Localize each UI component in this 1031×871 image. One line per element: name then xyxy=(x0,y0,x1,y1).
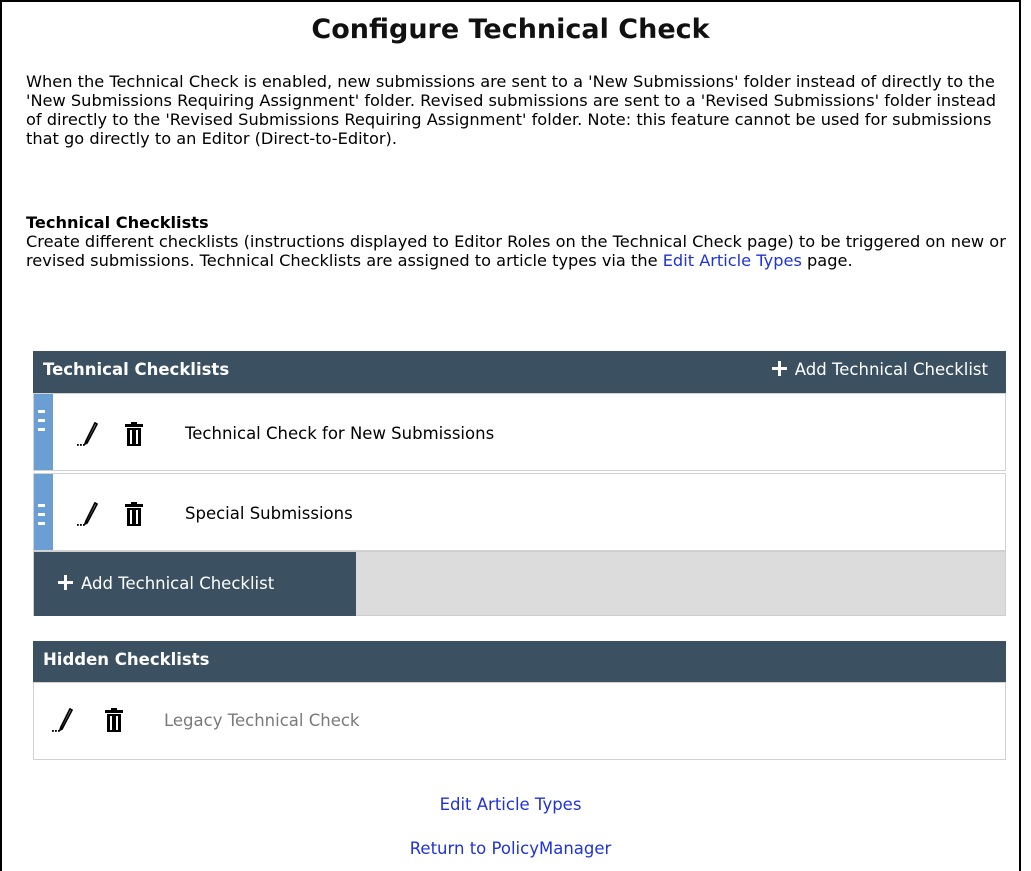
pencil-icon[interactable] xyxy=(51,707,75,733)
edit-article-types-link[interactable]: Edit Article Types xyxy=(440,795,582,814)
pencil-icon[interactable] xyxy=(76,421,100,447)
checklist-name[interactable]: Technical Check for New Submissions xyxy=(185,424,494,443)
technical-checklists-description: Create different checklists (instruction… xyxy=(26,232,1011,270)
panel-title: Technical Checklists xyxy=(43,360,230,379)
footer-return-policy-manager: Return to PolicyManager xyxy=(0,839,1021,858)
add-technical-checklist-button[interactable]: Add Technical Checklist xyxy=(34,552,356,616)
return-to-policymanager-link[interactable]: Return to PolicyManager xyxy=(410,839,612,858)
page-title: Configure Technical Check xyxy=(311,14,710,45)
drag-handle-icon[interactable] xyxy=(34,394,53,470)
panel-title: Hidden Checklists xyxy=(43,650,210,669)
checklist-name[interactable]: Special Submissions xyxy=(185,504,353,523)
hidden-checklist-row: Legacy Technical Check xyxy=(33,682,1006,760)
technical-checklists-heading: Technical Checklists xyxy=(26,213,209,232)
trash-icon[interactable] xyxy=(125,502,143,526)
trash-icon[interactable] xyxy=(125,422,143,446)
intro-text: When the Technical Check is enabled, new… xyxy=(26,72,997,148)
plus-icon xyxy=(58,575,73,590)
add-button-label: Add Technical Checklist xyxy=(81,574,275,593)
hidden-checklist-name[interactable]: Legacy Technical Check xyxy=(164,711,360,730)
add-technical-checklist-header-button[interactable]: Add Technical Checklist xyxy=(771,360,988,379)
pencil-icon[interactable] xyxy=(76,501,100,527)
edit-article-types-inline-link[interactable]: Edit Article Types xyxy=(663,251,802,270)
checklist-row: Special Submissions xyxy=(33,473,1006,551)
plus-icon xyxy=(771,361,787,376)
technical-checklists-panel-header: Technical Checklists Add Technical Check… xyxy=(33,351,1006,393)
hidden-checklists-panel-header: Hidden Checklists xyxy=(33,641,1006,682)
checklist-row: Technical Check for New Submissions xyxy=(33,393,1006,471)
add-label: Add Technical Checklist xyxy=(794,360,988,379)
description-text-start: Create different checklists (instruction… xyxy=(26,232,1006,270)
add-checklist-area: Add Technical Checklist xyxy=(33,551,1006,616)
footer-edit-article-types: Edit Article Types xyxy=(0,795,1021,814)
description-text-end: page. xyxy=(801,251,853,270)
drag-handle-icon[interactable] xyxy=(34,474,53,550)
trash-icon[interactable] xyxy=(105,708,123,732)
